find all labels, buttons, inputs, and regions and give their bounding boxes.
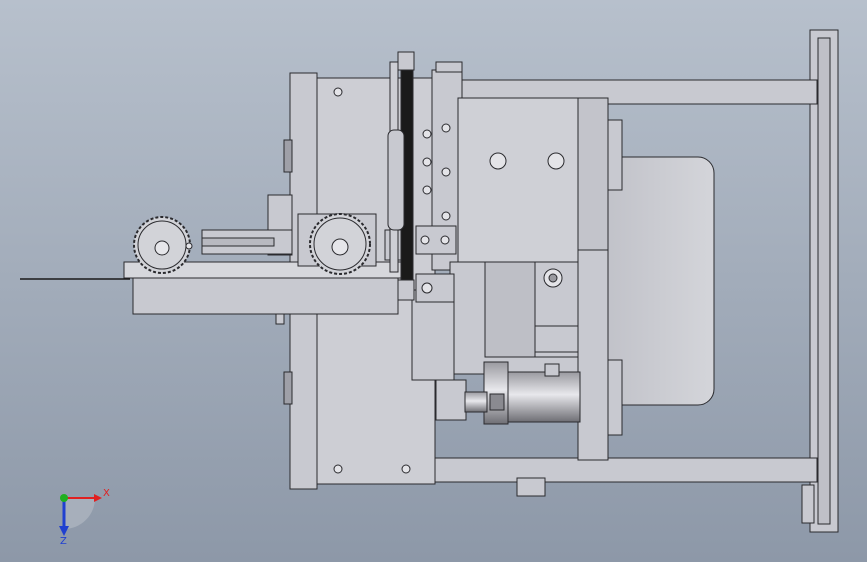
bolt-lower-plate <box>421 282 433 294</box>
gear-left-hub <box>154 240 170 256</box>
bolt-carriage-plate-2 <box>440 235 450 245</box>
bottom-foot <box>516 477 546 497</box>
lower-column-base <box>435 379 467 421</box>
bolt-plate-top <box>333 87 343 97</box>
bolt-carriage-2 <box>422 157 432 167</box>
cylinder-cap <box>483 361 509 425</box>
bolt-carriage-5 <box>441 167 451 177</box>
axis-y-dot <box>60 494 68 502</box>
main-plate-knob-bottom <box>283 371 293 405</box>
cylinder-body <box>504 371 581 423</box>
feeder-bed <box>132 277 399 315</box>
gear-left <box>133 216 191 274</box>
cad-viewport[interactable]: X Z <box>0 0 867 562</box>
right-frame-post-inner <box>817 37 831 525</box>
bolt-carriage-6 <box>441 211 451 221</box>
upper-block-side <box>577 97 609 264</box>
main-plate-knob-top <box>283 139 293 173</box>
cylinder-rod <box>464 391 488 413</box>
bolt-carriage-1 <box>422 129 432 139</box>
carriage-top <box>435 61 463 73</box>
belt-pulley-top <box>397 51 415 71</box>
cylinder-port <box>544 363 560 377</box>
gear-right-hub <box>331 238 349 256</box>
bolt-block-right <box>547 152 565 170</box>
bolt-plate-bottom <box>333 464 343 474</box>
bottom-guide-rod <box>429 457 818 483</box>
cylinder-nut <box>489 393 505 411</box>
bolt-lower-1-inner <box>548 273 558 283</box>
bolt-block-left <box>489 152 507 170</box>
axis-z-label: Z <box>60 536 67 547</box>
axis-x-label: X <box>103 488 110 499</box>
lower-center-post <box>577 249 609 461</box>
belt-idler-block <box>387 129 405 231</box>
bolt-plate-bottom-2 <box>401 464 411 474</box>
lower-slide-inner <box>484 261 538 358</box>
bolt-feeder <box>185 242 193 250</box>
feeder-guide-slot <box>201 237 275 247</box>
gear-right <box>309 213 371 275</box>
bolt-carriage-plate-1 <box>420 235 430 245</box>
bolt-carriage-3 <box>422 185 432 195</box>
belt-pulley-bottom <box>397 279 415 301</box>
right-frame-foot <box>801 484 815 524</box>
lower-column <box>411 289 455 381</box>
bolt-carriage-4 <box>441 123 451 133</box>
